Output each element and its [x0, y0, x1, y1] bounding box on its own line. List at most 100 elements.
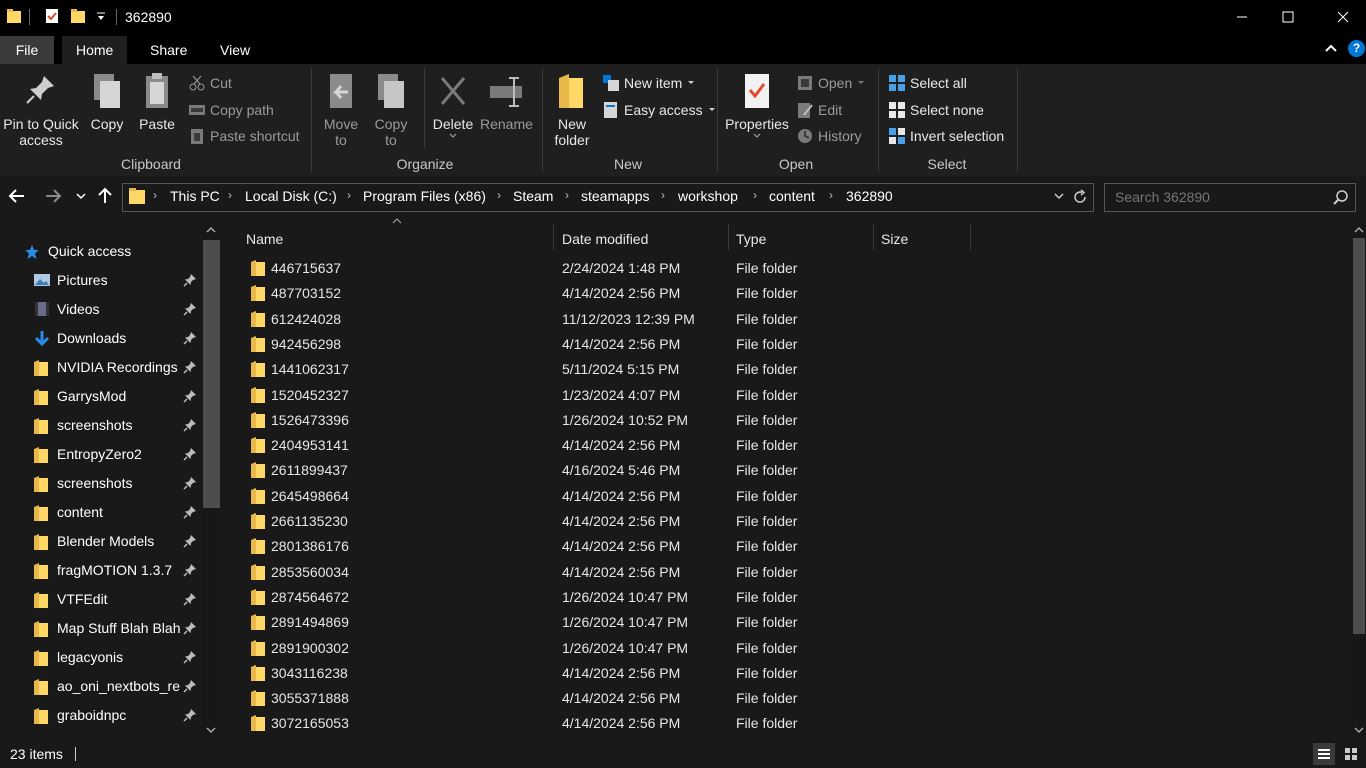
file-list-scrollbar[interactable] [1352, 218, 1366, 740]
select-all-button[interactable]: Select all [888, 72, 967, 94]
pin-icon[interactable] [183, 273, 197, 287]
nav-scrollbar-thumb[interactable] [203, 240, 220, 508]
crumb-separator[interactable]: › [347, 188, 351, 202]
table-row[interactable]: 2801386176 4/14/2024 2:56 PM File folder [222, 534, 1322, 559]
select-none-button[interactable]: Select none [888, 99, 984, 121]
column-divider[interactable] [553, 224, 554, 250]
breadcrumb-steamapps[interactable]: steamapps [581, 188, 649, 204]
open-button[interactable]: Open [796, 72, 866, 94]
recent-locations-icon[interactable] [75, 192, 87, 202]
rename-button[interactable]: Rename [480, 72, 533, 132]
refresh-icon[interactable] [1072, 189, 1088, 205]
pin-icon[interactable] [183, 418, 197, 432]
table-row[interactable]: 2661135230 4/14/2024 2:56 PM File folder [222, 509, 1322, 534]
file-list-scrollbar-thumb[interactable] [1353, 238, 1365, 634]
sidebar-item[interactable]: NVIDIA Recordings [0, 353, 200, 382]
crumb-separator[interactable]: › [753, 188, 757, 202]
pin-icon[interactable] [183, 447, 197, 461]
column-header-date[interactable]: Date modified [562, 224, 648, 254]
tab-file[interactable]: File [0, 36, 54, 64]
move-to-button[interactable]: Move to [318, 72, 364, 148]
collapse-ribbon-icon[interactable] [1324, 43, 1338, 53]
crumb-separator[interactable]: › [829, 188, 833, 202]
copy-to-button[interactable]: Copy to [368, 72, 414, 148]
large-icons-view-button[interactable] [1340, 743, 1362, 765]
table-row[interactable]: 3055371888 4/14/2024 2:56 PM File folder [222, 686, 1322, 711]
table-row[interactable]: 3072165053 4/14/2024 2:56 PM File folder [222, 711, 1322, 736]
pin-icon[interactable] [183, 563, 197, 577]
pin-icon[interactable] [183, 331, 197, 345]
pin-to-quick-access-button[interactable]: Pin to Quick access [0, 72, 82, 148]
table-row[interactable]: 2891494869 1/26/2024 10:47 PM File folder [222, 610, 1322, 635]
sidebar-item[interactable]: graboidnpc [0, 701, 200, 730]
sidebar-item[interactable]: VTFEdit [0, 585, 200, 614]
sidebar-item[interactable]: EntropyZero2 [0, 440, 200, 469]
copy-path-button[interactable]: Copy path [188, 99, 274, 121]
search-box[interactable] [1104, 183, 1356, 212]
properties-button[interactable]: Properties [722, 72, 792, 140]
close-button[interactable] [1320, 0, 1366, 34]
breadcrumb-steam[interactable]: Steam [513, 188, 553, 204]
crumb-separator[interactable]: › [228, 188, 232, 202]
column-header-type[interactable]: Type [736, 224, 766, 254]
pin-icon[interactable] [183, 592, 197, 606]
table-row[interactable]: 1526473396 1/26/2024 10:52 PM File folder [222, 408, 1322, 433]
sidebar-item[interactable]: GarrysMod [0, 382, 200, 411]
crumb-separator[interactable]: › [497, 188, 501, 202]
maximize-button[interactable] [1265, 0, 1311, 34]
search-icon[interactable] [1333, 190, 1349, 206]
breadcrumb-workshop[interactable]: workshop [678, 188, 738, 204]
table-row[interactable]: 1520452327 1/23/2024 4:07 PM File folder [222, 383, 1322, 408]
scroll-up-icon[interactable] [1354, 226, 1364, 234]
pin-icon[interactable] [183, 534, 197, 548]
table-row[interactable]: 2891900302 1/26/2024 10:47 PM File folder [222, 636, 1322, 661]
sidebar-item[interactable]: Blender Models [0, 527, 200, 556]
pin-icon[interactable] [183, 476, 197, 490]
pin-icon[interactable] [183, 360, 197, 374]
paste-button[interactable]: Paste [136, 72, 178, 132]
pin-icon[interactable] [183, 302, 197, 316]
copy-button[interactable]: Copy [86, 72, 128, 132]
sidebar-item[interactable]: fragMOTION 1.3.7 [0, 556, 200, 585]
forward-arrow-icon[interactable] [44, 188, 62, 204]
table-row[interactable]: 2611899437 4/16/2024 5:46 PM File folder [222, 458, 1322, 483]
details-view-button[interactable] [1313, 743, 1335, 765]
tab-view[interactable]: View [208, 36, 262, 64]
sidebar-item[interactable]: ao_oni_nextbots_re [0, 672, 200, 701]
breadcrumb-this-pc[interactable]: This PC [170, 188, 220, 204]
pin-icon[interactable] [183, 621, 197, 635]
table-row[interactable]: 2853560034 4/14/2024 2:56 PM File folder [222, 560, 1322, 585]
crumb-separator[interactable]: › [153, 188, 157, 202]
sidebar-item[interactable]: legacyonis [0, 643, 200, 672]
help-icon[interactable]: ? [1348, 40, 1365, 57]
pin-icon[interactable] [183, 650, 197, 664]
scroll-down-icon[interactable] [206, 726, 216, 734]
pin-icon[interactable] [183, 708, 197, 722]
new-folder-button[interactable]: New folder [548, 72, 596, 148]
crumb-separator[interactable]: › [661, 188, 665, 202]
customize-quick-access-icon[interactable] [96, 12, 106, 22]
sidebar-item[interactable]: Pictures [0, 266, 200, 295]
table-row[interactable]: 2645498664 4/14/2024 2:56 PM File folder [222, 484, 1322, 509]
scroll-up-icon[interactable] [206, 226, 216, 234]
address-history-icon[interactable] [1053, 192, 1065, 202]
search-input[interactable] [1113, 188, 1327, 206]
table-row[interactable]: 2874564672 1/26/2024 10:47 PM File folder [222, 585, 1322, 610]
new-folder-quick-icon[interactable] [70, 8, 86, 24]
sidebar-item[interactable]: screenshots [0, 469, 200, 498]
column-divider[interactable] [970, 224, 971, 250]
paste-shortcut-button[interactable]: Paste shortcut [188, 125, 300, 147]
delete-button[interactable]: Delete [430, 72, 476, 140]
up-arrow-icon[interactable] [97, 187, 113, 205]
pin-icon[interactable] [183, 679, 197, 693]
sidebar-item[interactable]: Downloads [0, 324, 200, 353]
sidebar-item-quick-access[interactable]: Quick access [0, 237, 200, 266]
easy-access-button[interactable]: Easy access [602, 99, 717, 121]
column-header-name[interactable]: Name [246, 224, 283, 254]
breadcrumb-current[interactable]: 362890 [846, 188, 893, 204]
tab-home[interactable]: Home [62, 36, 128, 64]
table-row[interactable]: 942456298 4/14/2024 2:56 PM File folder [222, 332, 1322, 357]
invert-selection-button[interactable]: Invert selection [888, 125, 1004, 147]
column-divider[interactable] [728, 224, 729, 250]
breadcrumb-content[interactable]: content [769, 188, 815, 204]
